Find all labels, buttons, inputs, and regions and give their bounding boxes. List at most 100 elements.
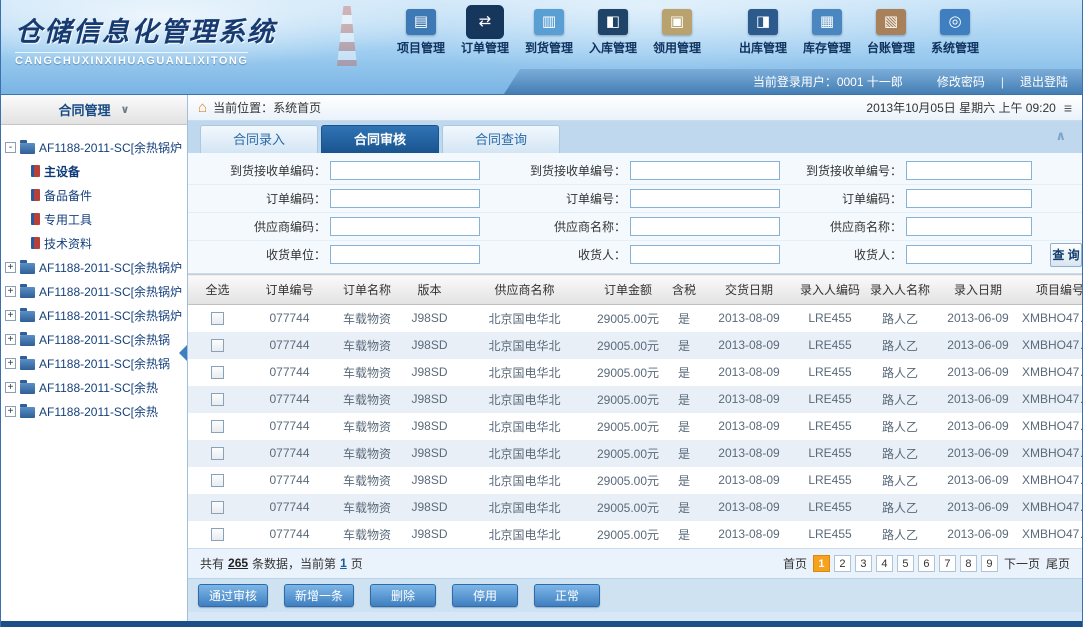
tree-folder-collapsed[interactable]: + AF1188-2011-SC[余热: [5, 375, 183, 399]
table-cell: 是: [664, 413, 704, 440]
form-input[interactable]: [906, 189, 1032, 208]
expand-icon[interactable]: +: [5, 286, 16, 297]
tree-folder-collapsed[interactable]: +AF1188-2011-SC[余热锅: [5, 351, 183, 375]
table-cell: 2013-08-09: [704, 467, 794, 494]
search-button[interactable]: 查 询: [1050, 243, 1082, 267]
row-checkbox[interactable]: [211, 474, 224, 487]
contract-tree: -AF1188-2011-SC[余热锅炉岛主设备备品备件专用工具技术资料+AF1…: [1, 125, 187, 433]
nav-item-1[interactable]: ▤项目管理: [389, 5, 453, 56]
logout-link[interactable]: 退出登陆: [1020, 73, 1068, 90]
row-checkbox[interactable]: [211, 501, 224, 514]
collapse-panel-icon[interactable]: ∧: [1055, 128, 1066, 144]
page-button-4[interactable]: 4: [876, 555, 893, 572]
expand-icon[interactable]: +: [5, 334, 16, 345]
form-input[interactable]: [630, 245, 780, 264]
form-input[interactable]: [630, 217, 780, 236]
page-button-7[interactable]: 7: [939, 555, 956, 572]
table-cell: 北京国电华北: [457, 440, 592, 467]
row-checkbox[interactable]: [211, 528, 224, 541]
app-window: 仓储信息化管理系统 CANGCHUXINXIHUAGUANLIXITONG ▤项…: [0, 0, 1083, 627]
table-cell: 077744: [247, 467, 332, 494]
form-input[interactable]: [906, 245, 1032, 264]
sidebar-header[interactable]: 合同管理 ∨: [1, 95, 187, 125]
tree-folder-collapsed[interactable]: + AF1188-2011-SC[余热锅炉: [5, 303, 183, 327]
tree-leaf[interactable]: 主设备: [5, 159, 183, 183]
nav-item-6[interactable]: ◨出库管理: [731, 5, 795, 56]
row-checkbox[interactable]: [211, 339, 224, 352]
tree-folder-collapsed[interactable]: +AF1188-2011-SC[余热: [5, 399, 183, 423]
page-button-3[interactable]: 3: [855, 555, 872, 572]
page-button-6[interactable]: 6: [918, 555, 935, 572]
form-input[interactable]: [630, 189, 780, 208]
next-page-button[interactable]: 下一页: [1004, 555, 1040, 572]
page-button-2[interactable]: 2: [834, 555, 851, 572]
row-checkbox[interactable]: [211, 420, 224, 433]
nav-item-4[interactable]: ◧入库管理: [581, 5, 645, 56]
tree-leaf[interactable]: 专用工具: [5, 207, 183, 231]
page-button-5[interactable]: 5: [897, 555, 914, 572]
collapse-icon[interactable]: -: [5, 142, 16, 153]
form-input[interactable]: [906, 161, 1032, 180]
tab-contract-query[interactable]: 合同查询: [442, 125, 560, 153]
tree-leaf-label: 专用工具: [44, 211, 92, 228]
row-checkbox[interactable]: [211, 312, 224, 325]
tree-folder-label: AF1188-2011-SC[余热锅炉: [39, 307, 182, 324]
form-input[interactable]: [630, 161, 780, 180]
page-button-8[interactable]: 8: [960, 555, 977, 572]
form-input[interactable]: [906, 217, 1032, 236]
expand-icon[interactable]: +: [5, 406, 16, 417]
table-cell: 车载物资: [332, 386, 402, 413]
action-button-3[interactable]: 删除: [370, 584, 436, 607]
summary-prefix: 共有: [200, 555, 224, 572]
nav-item-3[interactable]: ▥到货管理: [517, 5, 581, 56]
nav-item-9[interactable]: ◎系统管理: [923, 5, 987, 56]
list-icon[interactable]: ≡: [1064, 100, 1072, 116]
outbound-icon: ◨: [748, 9, 778, 35]
tree-folder-expanded[interactable]: -AF1188-2011-SC[余热锅炉岛: [5, 135, 183, 159]
tree-leaf[interactable]: 备品备件: [5, 183, 183, 207]
page-button-9[interactable]: 9: [981, 555, 998, 572]
expand-icon[interactable]: +: [5, 310, 16, 321]
tree-leaf[interactable]: 技术资料: [5, 231, 183, 255]
action-button-4[interactable]: 停用: [452, 584, 518, 607]
table-cell: LRE455: [794, 521, 866, 548]
tree-leaf-label: 主设备: [44, 163, 80, 180]
table-cell: 是: [664, 332, 704, 359]
row-checkbox[interactable]: [211, 447, 224, 460]
nav-item-2[interactable]: ⇄订单管理: [453, 5, 517, 56]
nav-item-8[interactable]: ▧台账管理: [859, 5, 923, 56]
tree-folder-collapsed[interactable]: +AF1188-2011-SC[余热锅炉: [5, 279, 183, 303]
table-cell: 2013-06-09: [934, 413, 1022, 440]
form-input[interactable]: [330, 245, 480, 264]
user-bar: 当前登录用户：0001 十一郎 修改密码 | 退出登陆: [504, 69, 1082, 94]
system-icon: ◎: [940, 9, 970, 35]
tree-folder-label: AF1188-2011-SC[余热: [39, 379, 158, 396]
action-button-1[interactable]: 通过审核: [198, 584, 268, 607]
last-page-button[interactable]: 尾页: [1046, 555, 1070, 572]
page-button-1[interactable]: 1: [813, 555, 830, 572]
form-input[interactable]: [330, 217, 480, 236]
change-password-link[interactable]: 修改密码: [937, 73, 985, 90]
tab-contract-entry[interactable]: 合同录入: [200, 125, 318, 153]
table-cell: XMBHO47511: [1022, 305, 1083, 332]
form-label: 收货单位：: [188, 246, 326, 263]
column-header: 订单名称: [332, 275, 402, 305]
expand-icon[interactable]: +: [5, 358, 16, 369]
tree-folder-collapsed[interactable]: +AF1188-2011-SC[余热锅炉: [5, 255, 183, 279]
action-button-5[interactable]: 正常: [534, 584, 600, 607]
row-checkbox[interactable]: [211, 366, 224, 379]
form-input[interactable]: [330, 161, 480, 180]
form-input[interactable]: [330, 189, 480, 208]
sidebar-collapse-arrow[interactable]: [171, 345, 187, 361]
table-cell: 车载物资: [332, 332, 402, 359]
summary-middle: 条数据，当前第: [252, 555, 336, 572]
nav-item-7[interactable]: ▦库存管理: [795, 5, 859, 56]
first-page-button[interactable]: 首页: [783, 555, 807, 572]
expand-icon[interactable]: +: [5, 262, 16, 273]
row-checkbox[interactable]: [211, 393, 224, 406]
tree-folder-collapsed[interactable]: +AF1188-2011-SC[余热锅: [5, 327, 183, 351]
tab-contract-review[interactable]: 合同审核: [321, 125, 439, 153]
nav-item-5[interactable]: ▣领用管理: [645, 5, 709, 56]
action-button-2[interactable]: 新增一条: [284, 584, 354, 607]
expand-icon[interactable]: +: [5, 382, 16, 393]
